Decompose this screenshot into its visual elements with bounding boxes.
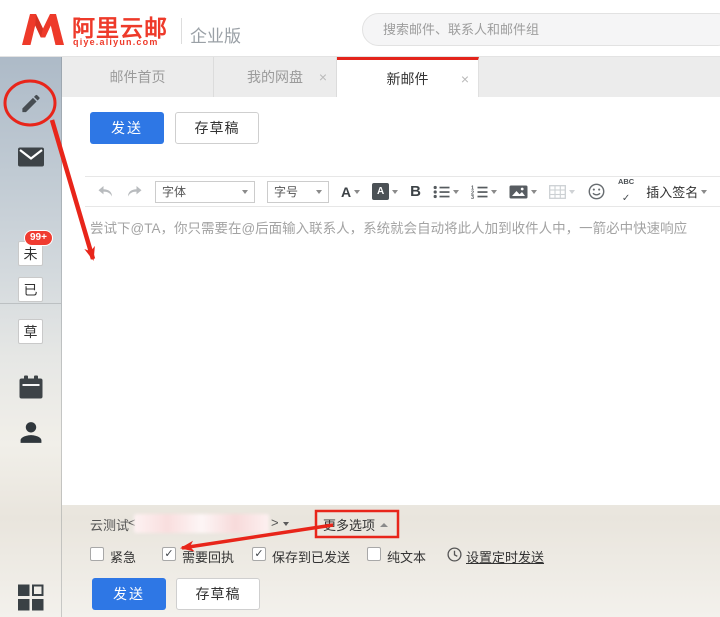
plain-text-checkbox[interactable] <box>367 547 381 561</box>
font-color-button[interactable]: A <box>341 184 360 200</box>
font-size-select[interactable]: 字号 <box>267 181 329 203</box>
folder-label: 未 <box>24 244 38 264</box>
edition-label: 企业版 <box>190 22 241 47</box>
save-draft-button[interactable]: 存草稿 <box>175 112 259 144</box>
brand-divider <box>181 18 182 44</box>
folder-label: 草 <box>24 322 38 342</box>
brand-domain: qiye.aliyun.com <box>73 37 159 47</box>
folder-label: 已 <box>24 280 38 300</box>
insert-image-button[interactable] <box>509 185 537 199</box>
chevron-down-icon <box>316 190 322 194</box>
highlight-a: A <box>372 183 389 200</box>
mail-icon[interactable] <box>17 147 44 167</box>
app-header: 阿里云邮 qiye.aliyun.com 企业版 <box>0 0 720 57</box>
sender-bracket-close: > <box>271 515 279 530</box>
chevron-down-icon <box>569 190 575 194</box>
tab-my-drive[interactable]: 我的网盘 <box>214 57 337 97</box>
undo-icon[interactable] <box>97 184 114 199</box>
urgent-label: 紧急 <box>110 547 136 566</box>
apps-grid-icon[interactable] <box>17 584 44 611</box>
compose-panel <box>62 97 720 505</box>
tab-mail-home[interactable]: 邮件首页 <box>62 57 214 97</box>
save-to-sent-checkbox[interactable]: ✓ <box>252 547 266 561</box>
insert-table-button[interactable] <box>549 185 575 199</box>
font-family-value: 字体 <box>162 183 186 200</box>
bullet-list-button[interactable] <box>433 185 459 199</box>
sender-dropdown-icon[interactable] <box>283 522 289 526</box>
search-input[interactable] <box>363 14 720 45</box>
clock-icon <box>447 547 462 562</box>
search-box <box>362 13 720 46</box>
mail-body-placeholder[interactable]: 尝试下@TA，你只需要在@后面输入联系人，系统就会自动将此人加到收件人中，一箭必… <box>90 217 692 237</box>
bold-b: B <box>410 183 421 200</box>
send-button[interactable]: 发送 <box>90 112 164 144</box>
unread-count-badge: 99+ <box>24 230 53 246</box>
close-icon[interactable] <box>319 70 327 84</box>
contacts-icon[interactable] <box>18 420 43 445</box>
chevron-down-icon <box>354 190 360 194</box>
chevron-up-icon <box>380 523 388 527</box>
redo-icon[interactable] <box>126 184 143 199</box>
chevron-down-icon <box>491 190 497 194</box>
sidebar-item-draft[interactable]: 草 <box>18 319 43 344</box>
chevron-down-icon <box>701 190 707 194</box>
schedule-send-link[interactable]: 设置定时发送 <box>466 547 544 566</box>
tab-new-mail[interactable]: 新邮件 <box>337 57 479 97</box>
svg-text:3: 3 <box>471 195 474 199</box>
font-size-value: 字号 <box>274 183 298 200</box>
read-receipt-checkbox[interactable]: ✓ <box>162 547 176 561</box>
bold-button[interactable]: B <box>410 183 421 200</box>
aliyun-mail-m-logo-icon <box>20 10 66 48</box>
spellcheck-button[interactable]: ABC <box>618 178 634 205</box>
tab-label: 我的网盘 <box>247 67 303 87</box>
emoji-icon[interactable] <box>587 182 606 201</box>
insert-signature-label: 插入签名 <box>646 182 698 201</box>
chevron-down-icon <box>392 190 398 194</box>
calendar-icon[interactable] <box>18 375 43 399</box>
highlight-color-button[interactable]: A <box>372 183 398 200</box>
sidebar: 99+ 未 已 草 <box>0 57 62 617</box>
compose-pencil-icon[interactable] <box>19 92 42 115</box>
spellcheck-abc: ABC <box>618 178 634 186</box>
insert-signature-button[interactable]: 插入签名 <box>646 182 707 201</box>
save-draft-button-bottom[interactable]: 存草稿 <box>176 578 260 610</box>
chevron-down-icon <box>531 190 537 194</box>
numbered-list-button[interactable]: 1 2 3 <box>471 185 497 199</box>
close-icon[interactable] <box>461 72 469 86</box>
sidebar-item-sent[interactable]: 已 <box>18 277 43 302</box>
more-options-label: 更多选项 <box>323 515 375 534</box>
tab-label: 邮件首页 <box>110 67 166 87</box>
redacted-email <box>134 514 269 533</box>
tab-bar: 邮件首页 我的网盘 新邮件 <box>62 57 720 97</box>
sidebar-divider <box>0 303 61 304</box>
sender-name: 云测试 <box>90 515 129 534</box>
send-button-bottom[interactable]: 发送 <box>92 578 166 610</box>
chevron-down-icon <box>242 190 248 194</box>
more-options-button[interactable]: 更多选项 <box>323 515 388 534</box>
save-to-sent-label: 保存到已发送 <box>272 547 350 566</box>
read-receipt-label: 需要回执 <box>182 547 234 566</box>
urgent-checkbox[interactable] <box>90 547 104 561</box>
plain-text-label: 纯文本 <box>387 547 426 566</box>
tab-label: 新邮件 <box>387 69 429 89</box>
check-icon <box>622 189 630 205</box>
chevron-down-icon <box>453 190 459 194</box>
font-color-a: A <box>341 184 351 200</box>
format-toolbar: 字体 字号 A A B 1 2 3 <box>85 176 720 207</box>
font-family-select[interactable]: 字体 <box>155 181 255 203</box>
